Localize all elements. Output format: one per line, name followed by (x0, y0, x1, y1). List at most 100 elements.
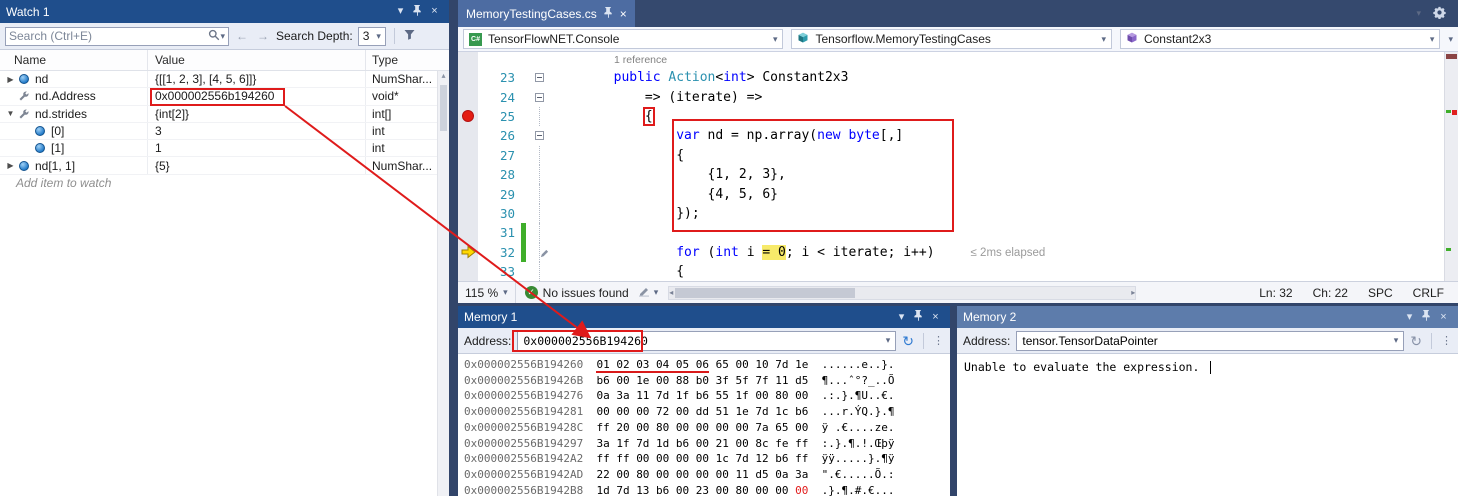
watch-value-cell[interactable]: {5} (148, 157, 366, 173)
search-depth-select[interactable]: 3 ▾ (358, 27, 386, 46)
close-icon[interactable]: × (927, 312, 944, 323)
memory-row[interactable]: 0x000002556B1942A2 ff ff 00 00 00 00 1c … (464, 451, 950, 467)
memory1-address-input[interactable] (523, 334, 885, 348)
change-bar (520, 146, 527, 165)
horizontal-scrollbar[interactable]: ◂▸ (668, 286, 1136, 300)
window-position-icon[interactable]: ▾ (392, 6, 409, 17)
type-dropdown[interactable]: Tensorflow.MemoryTestingCases ▾ (791, 29, 1111, 49)
chevron-down-icon[interactable]: ▾ (1394, 335, 1399, 346)
watch-row[interactable]: [1]1int (0, 140, 449, 157)
outline-margin (527, 223, 551, 242)
watch-row[interactable]: [0]3int (0, 123, 449, 140)
watch-row[interactable]: nd.Address0x000002556b194260void* (0, 88, 449, 105)
search-prev-icon[interactable]: ← (234, 29, 250, 43)
tabstrip-right-icons: ▾ (1416, 0, 1458, 27)
collapse-box-icon[interactable] (535, 131, 544, 140)
search-next-icon[interactable]: → (255, 29, 271, 43)
memory-row[interactable]: 0x000002556B1942B8 1d 7d 13 b6 00 23 00 … (464, 483, 950, 496)
code-area[interactable]: 1 reference23 public Action<int> Constan… (458, 52, 1444, 281)
navbar-overflow-icon[interactable]: ▾ (1448, 34, 1453, 45)
column-header-type[interactable]: Type (366, 50, 449, 70)
column-header-value[interactable]: Value (148, 50, 366, 70)
tab-memorytestingcases[interactable]: MemoryTestingCases.cs × (458, 0, 635, 27)
toolbar-separator (923, 333, 924, 349)
execution-pointer-icon[interactable] (458, 245, 478, 259)
scrollbar-thumb[interactable] (440, 85, 447, 131)
refresh-icon[interactable]: ↻ (1410, 334, 1422, 348)
refresh-icon[interactable]: ↻ (902, 334, 914, 348)
memory-ascii: ÿ .€....ze. (808, 421, 894, 434)
column-header-name[interactable]: Name (0, 50, 148, 70)
collapse-box-icon[interactable] (535, 73, 544, 82)
gear-icon[interactable] (1433, 6, 1446, 22)
code-token (551, 245, 676, 260)
filter-icon[interactable] (403, 29, 416, 44)
memory2-address-combo[interactable]: ▾ (1016, 331, 1404, 351)
memory1-address-combo[interactable]: ▾ (517, 331, 896, 351)
watch-value-cell[interactable]: {int[2]} (148, 106, 366, 122)
member-name: Constant2x3 (1144, 32, 1211, 46)
search-icon[interactable] (208, 29, 220, 44)
search-box[interactable]: ▾ (5, 27, 229, 46)
expander-icon[interactable]: ▶ (4, 161, 17, 170)
memory-row[interactable]: 0x000002556B1942AD 22 00 80 00 00 00 00 … (464, 467, 950, 483)
code-token: ≤ 2ms elapsed (971, 247, 1046, 259)
watch-column-headers: Name Value Type (0, 50, 449, 71)
watch-titlebar[interactable]: Watch 1 ▾ × (0, 0, 449, 23)
pin-icon[interactable] (910, 310, 927, 324)
watch-row[interactable]: ▶nd{[[1, 2, 3], [4, 5, 6]]}NumShar... (0, 71, 449, 88)
memory2-titlebar[interactable]: Memory 2 ▾ × (957, 306, 1458, 328)
marker-icon[interactable] (638, 285, 651, 300)
watch-row[interactable]: ▼nd.strides{int[2]}int[] (0, 106, 449, 123)
memory2-address-input[interactable] (1022, 334, 1393, 348)
watch-rows: ▶nd{[[1, 2, 3], [4, 5, 6]]}NumShar...nd.… (0, 71, 449, 175)
code-token: > Constant2x3 (747, 70, 849, 85)
memory-row[interactable]: 0x000002556B194260 01 02 03 04 05 06 65 … (464, 357, 950, 373)
pin-icon[interactable] (1418, 310, 1435, 324)
collapse-box-icon[interactable] (535, 93, 544, 102)
window-position-icon[interactable]: ▾ (893, 312, 910, 323)
search-options-caret-icon[interactable]: ▾ (220, 31, 225, 42)
scrollbar-thumb[interactable] (675, 288, 855, 298)
editor-vertical-scrollbar[interactable] (1444, 52, 1458, 281)
close-icon[interactable]: × (426, 6, 443, 17)
watch-row[interactable]: ▶nd[1, 1]{5}NumShar... (0, 157, 449, 174)
glyph-margin[interactable] (458, 110, 478, 122)
memory2-address-label: Address: (963, 334, 1010, 348)
breakpoint-icon[interactable] (462, 110, 474, 122)
document-list-caret-icon[interactable]: ▾ (1416, 8, 1421, 19)
code-token (551, 70, 614, 85)
watch-value-cell[interactable]: 0x000002556b194260 (148, 88, 366, 104)
member-dropdown[interactable]: Constant2x3 ▾ (1120, 29, 1440, 49)
memory-bytes: 0a 3a 11 7d 1f b6 55 1f 00 80 00 (596, 389, 808, 402)
watch-scrollbar[interactable]: ▴ (437, 71, 449, 496)
issues-indicator[interactable]: ✓ No issues found (516, 286, 638, 300)
memory-row[interactable]: 0x000002556B194276 0a 3a 11 7d 1f b6 55 … (464, 388, 950, 404)
chevron-down-icon[interactable]: ▾ (654, 287, 659, 298)
toolbar-overflow-icon[interactable]: ⋮ (933, 334, 944, 347)
watch-value-cell[interactable]: 1 (148, 140, 366, 156)
expander-icon[interactable]: ▶ (4, 75, 17, 84)
memory-row[interactable]: 0x000002556B194297 3a 1f 7d 1d b6 00 21 … (464, 436, 950, 452)
project-dropdown[interactable]: C# TensorFlowNET.Console ▾ (463, 29, 783, 49)
tab-pin-icon[interactable] (604, 7, 613, 21)
window-position-icon[interactable]: ▾ (1401, 312, 1418, 323)
chevron-down-icon[interactable]: ▾ (886, 335, 891, 346)
memory-row[interactable]: 0x000002556B19428C ff 20 00 80 00 00 00 … (464, 420, 950, 436)
pin-icon[interactable] (409, 5, 426, 19)
toolbar-overflow-icon[interactable]: ⋮ (1441, 334, 1452, 347)
tab-close-icon[interactable]: × (620, 7, 627, 21)
watch-value-cell[interactable]: {[[1, 2, 3], [4, 5, 6]]} (148, 71, 366, 87)
memory-row[interactable]: 0x000002556B194281 00 00 00 72 00 dd 51 … (464, 404, 950, 420)
memory-row[interactable]: 0x000002556B19426B b6 00 1e 00 88 b0 3f … (464, 373, 950, 389)
search-input[interactable] (9, 29, 208, 43)
zoom-control[interactable]: 115 % ▾ (458, 282, 516, 303)
watch-value-cell[interactable]: 3 (148, 123, 366, 139)
close-icon[interactable]: × (1435, 312, 1452, 323)
memory1-titlebar[interactable]: Memory 1 ▾ × (458, 306, 950, 328)
scroll-mark-change2 (1446, 248, 1451, 251)
change-bar (520, 204, 527, 223)
memory-ascii: :.}.¶.!.Œþÿ (808, 437, 894, 450)
expander-icon[interactable]: ▼ (4, 109, 17, 118)
add-watch-item-row[interactable]: Add item to watch (0, 175, 449, 192)
